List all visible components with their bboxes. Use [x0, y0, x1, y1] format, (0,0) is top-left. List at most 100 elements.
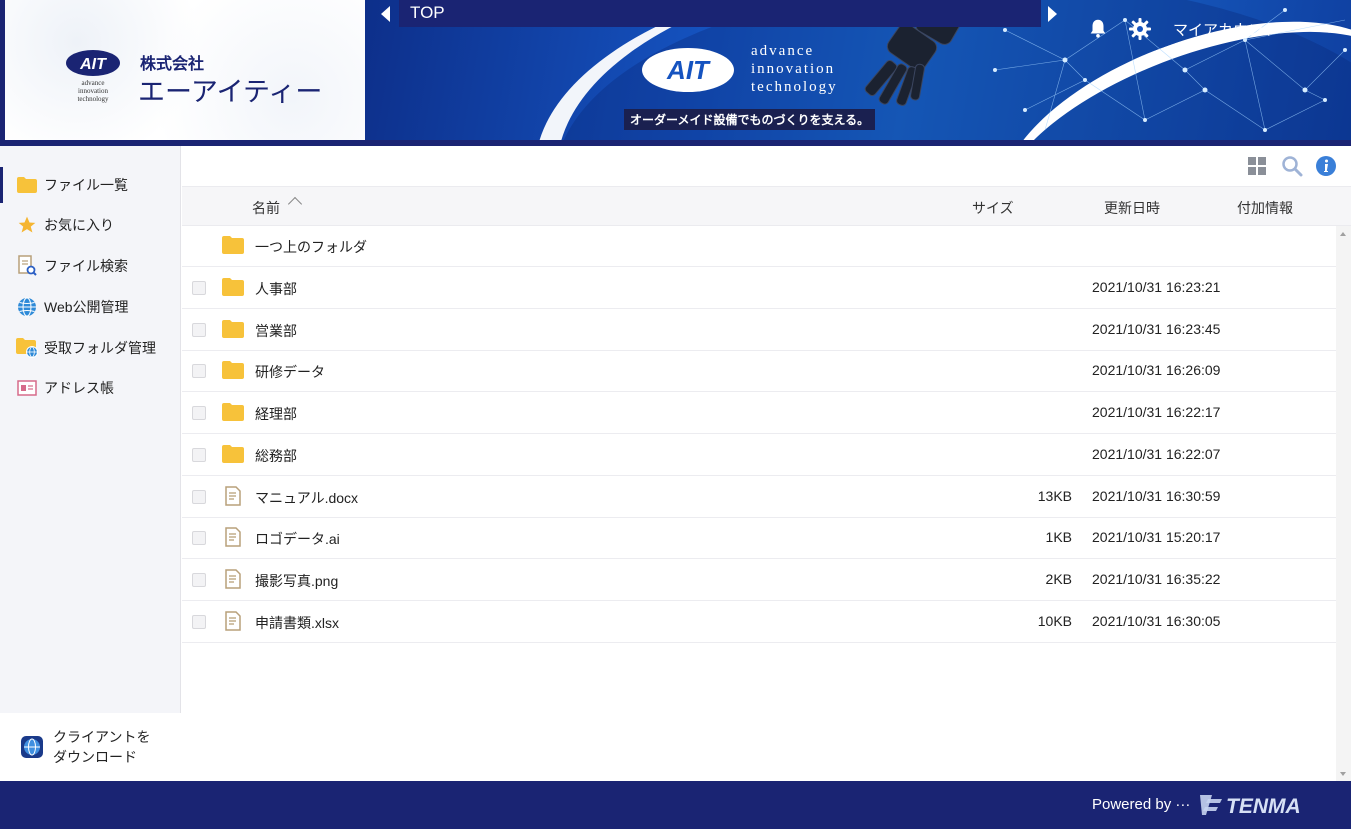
file-row[interactable]: 申請書類.xlsx 10KB 2021/10/31 16:30:05 [182, 601, 1336, 643]
sidebar-item-favorites[interactable]: お気に入り [0, 207, 181, 243]
file-search-icon [16, 255, 38, 277]
chevron-down-icon[interactable] [1323, 26, 1335, 33]
sidebar: ファイル一覧 お気に入り ファイル検索 Web公開管理 受取フォルダ管理 アドレ… [0, 146, 181, 781]
folder-row[interactable]: 営業部 2021/10/31 16:23:45 [182, 309, 1336, 351]
folder-icon [222, 361, 244, 380]
gear-icon[interactable] [1128, 17, 1152, 41]
svg-text:AIT: AIT [666, 55, 711, 85]
client-download-label: クライアントを ダウンロード [53, 729, 151, 765]
row-name: ロゴデータ.ai [255, 531, 340, 548]
my-account-menu[interactable]: マイアカウント [1173, 19, 1278, 40]
folder-globe-icon [16, 337, 38, 359]
row-updated: 2021/10/31 16:22:07 [1092, 445, 1221, 462]
globe-icon [16, 296, 38, 318]
folder-icon [222, 236, 244, 254]
sidebar-item-file-search[interactable]: ファイル検索 [0, 248, 181, 284]
search-icon[interactable] [1281, 155, 1303, 177]
row-updated: 2021/10/31 15:20:17 [1092, 529, 1221, 546]
breadcrumb: TOP [375, 0, 1065, 27]
folder-row[interactable]: 総務部 2021/10/31 16:22:07 [182, 434, 1336, 476]
client-globe-icon [21, 736, 43, 758]
row-name: 営業部 [255, 322, 297, 339]
row-checkbox[interactable] [192, 447, 206, 462]
row-updated: 2021/10/31 16:26:09 [1092, 362, 1221, 379]
client-download-button[interactable]: クライアントを ダウンロード [0, 713, 181, 781]
sidebar-item-receive-folder[interactable]: 受取フォルダ管理 [0, 330, 181, 366]
sidebar-item-label: ファイル一覧 [44, 177, 128, 193]
document-icon [225, 485, 241, 506]
row-size: 13KB [1037, 487, 1072, 504]
row-updated: 2021/10/31 16:23:21 [1092, 279, 1221, 295]
company-name: エーアイティー [138, 77, 323, 107]
powered-by-label: Powered by ··· [1092, 796, 1191, 813]
file-row[interactable]: 撮影写真.png 2KB 2021/10/31 16:35:22 [182, 559, 1336, 601]
breadcrumb-bar [399, 0, 1041, 27]
row-name: 撮影写真.png [255, 572, 339, 589]
folder-row[interactable]: 経理部 2021/10/31 16:22:17 [182, 392, 1336, 435]
row-checkbox[interactable] [192, 614, 206, 629]
app-footer: Powered by ··· TENMA [0, 781, 1351, 829]
sidebar-item-label: ファイル検索 [44, 258, 128, 274]
row-name: 人事部 [255, 281, 297, 297]
row-checkbox[interactable] [192, 281, 206, 295]
star-icon [16, 214, 38, 236]
sidebar-item-address-book[interactable]: アドレス帳 [0, 370, 181, 406]
svg-text:innovation: innovation [78, 87, 108, 95]
folder-row[interactable]: 研修データ 2021/10/31 16:26:09 [182, 350, 1336, 393]
bell-icon[interactable] [1087, 17, 1109, 39]
breadcrumb-current[interactable]: TOP [410, 3, 445, 23]
row-updated: 2021/10/31 16:22:17 [1092, 404, 1221, 421]
parent-folder-label: 一つ上のフォルダ [255, 239, 367, 255]
company-logo-icon: AIT advance innovation technology [66, 50, 120, 103]
parent-folder-row[interactable]: 一つ上のフォルダ [182, 225, 1336, 267]
row-updated: 2021/10/31 16:35:22 [1092, 570, 1221, 587]
row-size: 1KB [1045, 529, 1072, 546]
document-icon [225, 569, 241, 589]
sidebar-item-web-publish[interactable]: Web公開管理 [0, 289, 181, 325]
folder-icon [222, 278, 244, 296]
row-name: マニュアル.docx [255, 489, 359, 506]
sort-ascending-icon[interactable] [287, 196, 303, 212]
row-updated: 2021/10/31 16:30:59 [1092, 487, 1221, 504]
sidebar-item-label: 受取フォルダ管理 [44, 340, 156, 356]
svg-text:AIT: AIT [79, 56, 107, 73]
row-name: 総務部 [255, 447, 297, 464]
sidebar-item-label: アドレス帳 [44, 380, 114, 396]
sidebar-item-file-list[interactable]: ファイル一覧 [0, 167, 181, 203]
folder-row[interactable]: 人事部 2021/10/31 16:23:21 [182, 267, 1336, 309]
banner-brand-text: advance innovation technology [751, 43, 838, 95]
column-header-size[interactable]: サイズ [972, 198, 1014, 218]
row-checkbox[interactable] [192, 364, 206, 379]
document-icon [225, 610, 241, 631]
folder-icon [222, 319, 244, 338]
folder-icon [222, 444, 244, 463]
scroll-up-icon[interactable] [1340, 232, 1346, 236]
file-row[interactable]: ロゴデータ.ai 1KB 2021/10/31 15:20:17 [182, 517, 1336, 560]
sidebar-item-label: Web公開管理 [44, 299, 129, 315]
svg-text:advance: advance [82, 79, 105, 87]
forward-arrow-icon[interactable] [1048, 6, 1057, 22]
row-checkbox[interactable] [192, 406, 206, 421]
row-checkbox[interactable] [192, 572, 206, 587]
row-checkbox[interactable] [192, 489, 206, 504]
row-checkbox[interactable] [192, 531, 206, 546]
row-checkbox[interactable] [192, 322, 206, 337]
info-icon[interactable] [1315, 155, 1337, 177]
row-updated: 2021/10/31 16:30:05 [1092, 612, 1221, 629]
svg-text:TENMA: TENMA [1226, 795, 1301, 818]
row-size: 2KB [1045, 570, 1072, 587]
back-arrow-icon[interactable] [381, 6, 390, 22]
table-header: 名前 サイズ 更新日時 付加情報 [182, 186, 1351, 226]
row-updated: 2021/10/31 16:23:45 [1092, 320, 1221, 337]
scroll-down-icon[interactable] [1340, 772, 1346, 776]
vertical-scrollbar[interactable] [1336, 226, 1351, 781]
column-header-extra[interactable]: 付加情報 [1237, 198, 1293, 218]
document-icon [225, 527, 241, 547]
sidebar-item-label: お気に入り [44, 217, 114, 233]
banner-logo-icon: AIT [642, 48, 734, 92]
column-header-updated[interactable]: 更新日時 [1104, 198, 1160, 218]
company-logo-area[interactable]: AIT advance innovation technology 株式会社 エ… [5, 0, 365, 140]
file-row[interactable]: マニュアル.docx 13KB 2021/10/31 16:30:59 [182, 476, 1336, 518]
grid-view-icon[interactable] [1248, 157, 1266, 175]
column-header-name[interactable]: 名前 [252, 198, 280, 218]
